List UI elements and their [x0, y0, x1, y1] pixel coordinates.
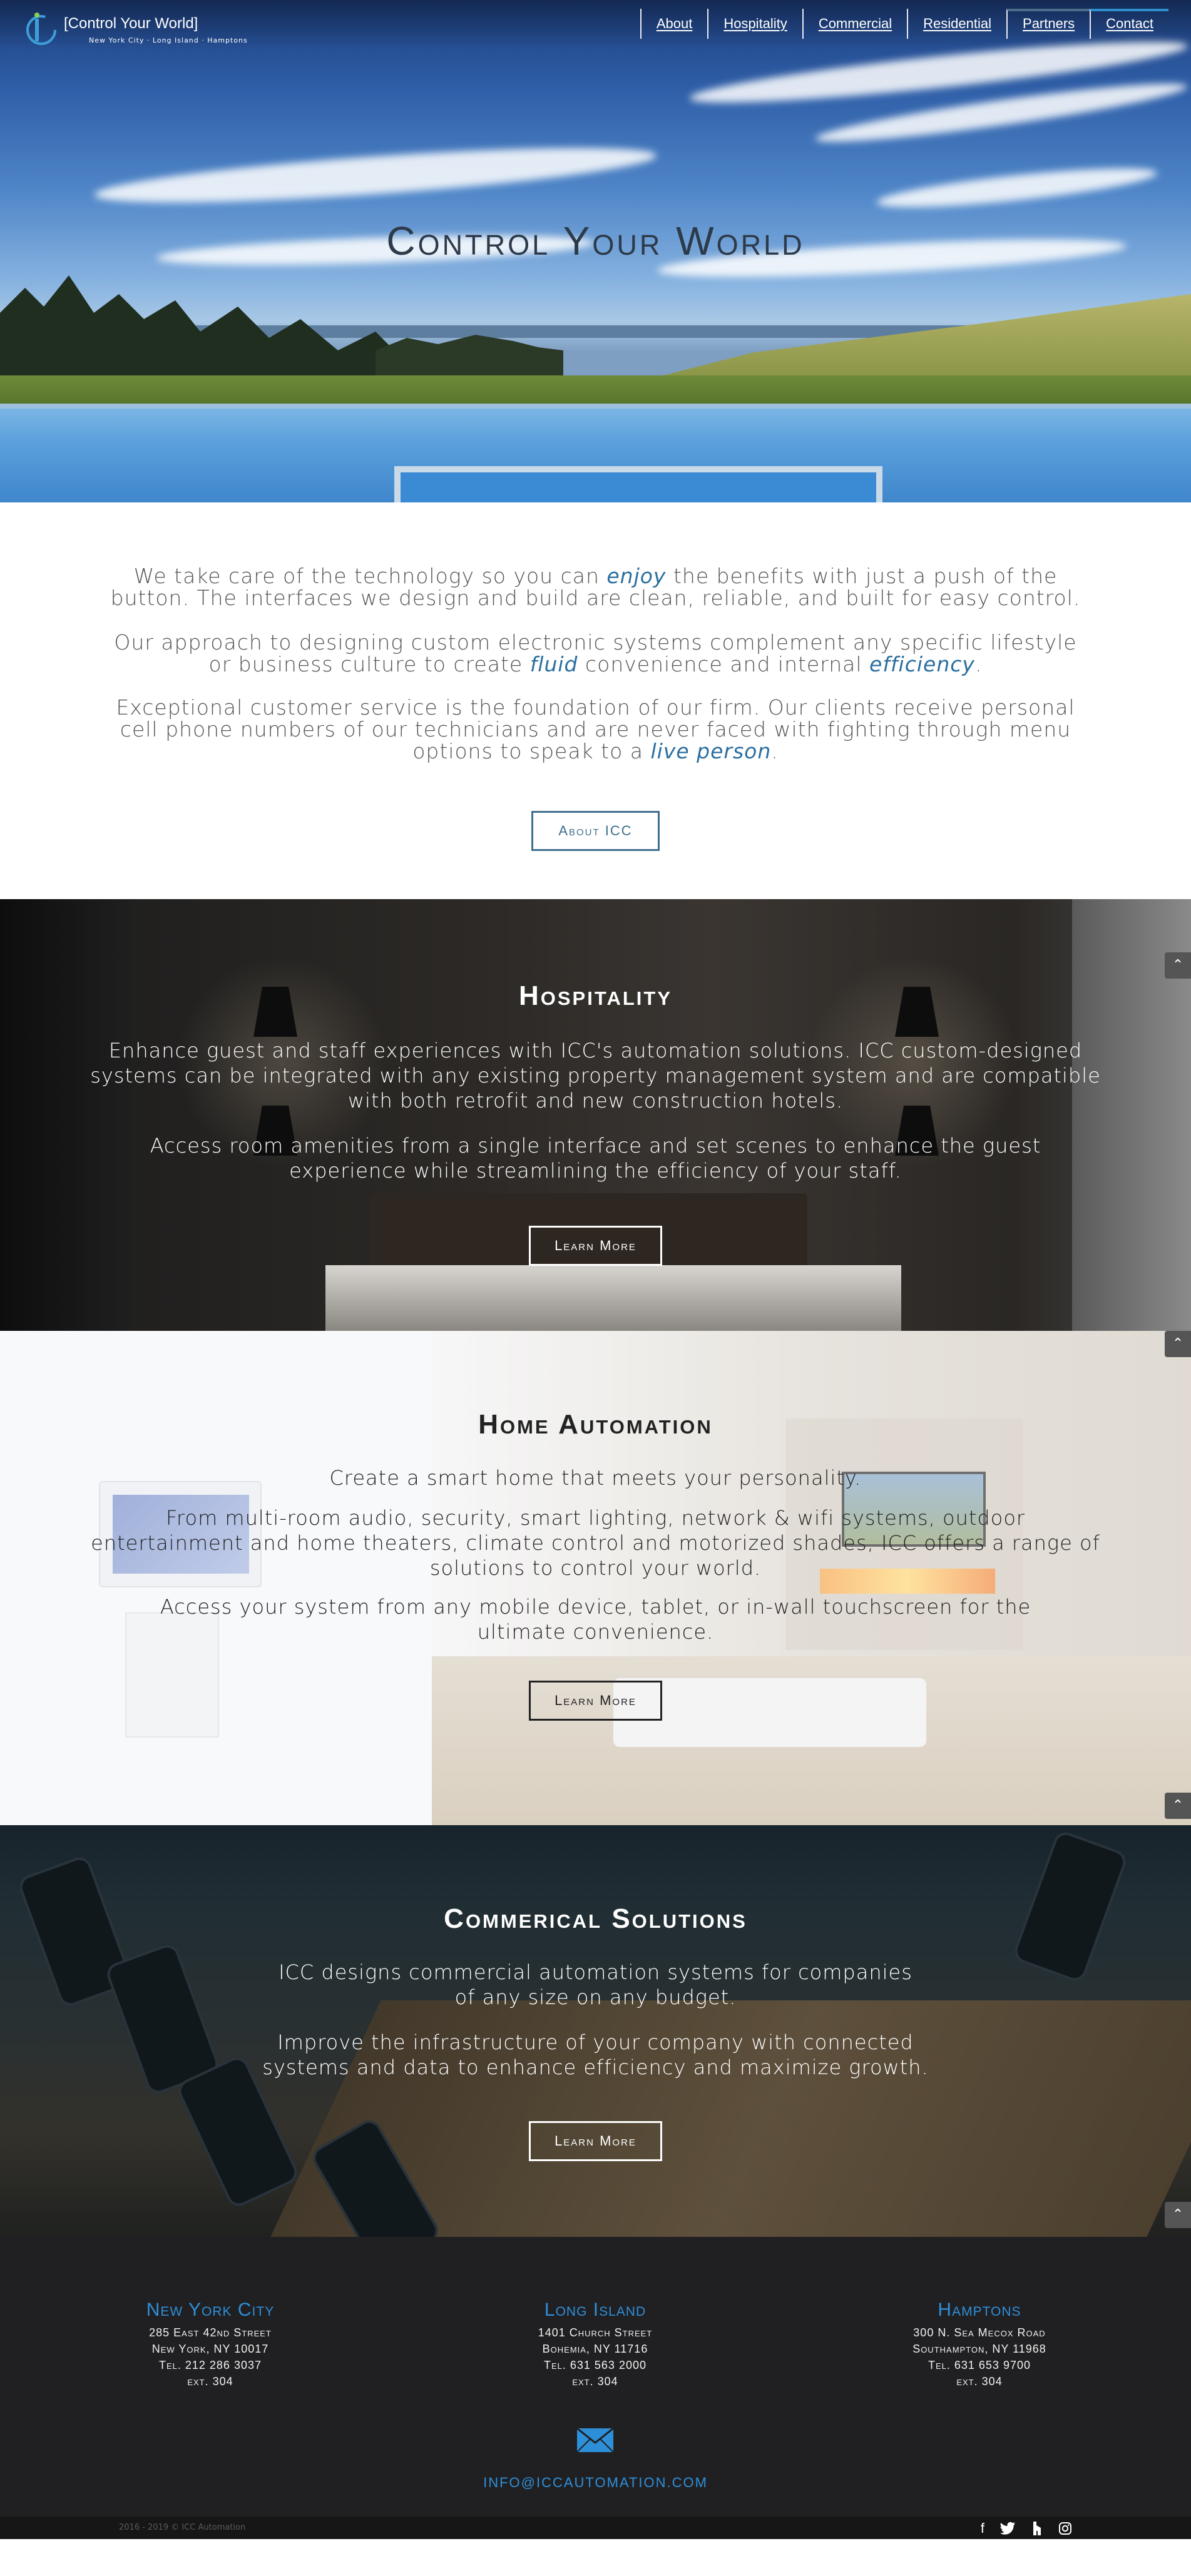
office-phone: Tel. 631 653 9700 [928, 2359, 1031, 2371]
office-hamptons: Hamptons 300 N. Sea Mecox Road Southampt… [848, 2299, 1111, 2390]
social-links: f [981, 2520, 1072, 2537]
envelope-icon[interactable] [576, 2428, 614, 2453]
intro-section: We take care of the technology so you ca… [0, 502, 1191, 899]
home-paragraph-3: Access your system from any mobile devic… [160, 1595, 1031, 1644]
nav-partners[interactable]: Partners [1006, 9, 1090, 39]
office-city: New York, NY 10017 [151, 2343, 269, 2355]
main-menu: About Hospitality Commercial Residential… [640, 9, 1168, 39]
hospitality-learn-more-button[interactable]: Learn More [529, 1226, 662, 1266]
nav-contact[interactable]: Contact [1090, 9, 1168, 39]
cloud [876, 160, 1158, 215]
office-ext: ext. 304 [956, 2375, 1003, 2388]
office-name[interactable]: New York City [79, 2299, 342, 2321]
scroll-up-button[interactable]: ⌃ [1165, 2202, 1191, 2228]
logo-tagline: [Control Your World] [64, 15, 198, 32]
intro-paragraph-1: We take care of the technology so you ca… [110, 564, 1081, 610]
home-learn-more-button[interactable]: Learn More [529, 1681, 662, 1721]
commercial-section: ⌃ Commerical Solutions ICC designs comme… [0, 1825, 1191, 2237]
logo[interactable]: [Control Your World] New York City · Lon… [25, 11, 288, 49]
pool [0, 404, 1191, 502]
copyright: 2016 - 2019 © ICC Automation [119, 2523, 246, 2532]
hospitality-section: ⌃ Hospitality Enhance guest and staff ex… [0, 899, 1191, 1331]
hospitality-paragraph-2: Access room amenities from a single inte… [150, 1134, 1041, 1183]
hero-title: Control Your World [386, 218, 805, 263]
scroll-up-button[interactable]: ⌃ [1165, 1793, 1191, 1819]
pool-edge [0, 404, 1191, 409]
intro-paragraph-2: Our approach to designing custom electro… [114, 630, 1077, 676]
office-phone: Tel. 631 563 2000 [543, 2359, 647, 2371]
commercial-learn-more-button[interactable]: Learn More [529, 2121, 662, 2161]
hero-banner: [Control Your World] New York City · Lon… [0, 0, 1191, 502]
spa [394, 466, 882, 502]
commercial-paragraph-2: Improve the infrastructure of your compa… [262, 2030, 929, 2079]
home-paragraph-1: Create a smart home that meets your pers… [329, 1466, 862, 1490]
office-ext: ext. 304 [187, 2375, 233, 2388]
office-phone: Tel. 212 286 3037 [158, 2359, 262, 2371]
home-automation-content: Home Automation Create a smart home that… [0, 1331, 1191, 1721]
intro-paragraph-3: Exceptional customer service is the foun… [116, 695, 1075, 763]
about-icc-button[interactable]: About ICC [531, 811, 660, 851]
commercial-content: Commerical Solutions ICC designs commerc… [0, 1825, 1191, 2161]
office-new-york: New York City 285 East 42nd Street New Y… [79, 2299, 342, 2390]
footer: New York City 285 East 42nd Street New Y… [0, 2237, 1191, 2539]
nav-commercial[interactable]: Commercial [802, 9, 907, 39]
lawn [0, 375, 1191, 407]
hospitality-content: Hospitality Enhance guest and staff expe… [0, 899, 1191, 1266]
twitter-icon[interactable] [999, 2522, 1016, 2535]
home-paragraph-2: From multi-room audio, security, smart l… [91, 1506, 1100, 1580]
home-automation-section: ⌃ ⌃ Home Automation Create a smart home … [0, 1331, 1191, 1825]
houzz-icon[interactable] [1031, 2522, 1043, 2535]
office-city: Bohemia, NY 11716 [542, 2343, 648, 2355]
office-ext: ext. 304 [572, 2375, 618, 2388]
footer-bottom-bar: 2016 - 2019 © ICC Automation f [0, 2517, 1191, 2539]
icc-logo-icon [26, 13, 56, 45]
nav-about[interactable]: About [640, 9, 708, 39]
office-street: 285 East 42nd Street [149, 2326, 272, 2339]
office-long-island: Long Island 1401 Church Street Bohemia, … [464, 2299, 727, 2390]
hospitality-title: Hospitality [518, 980, 673, 1011]
office-street: 1401 Church Street [538, 2326, 653, 2339]
facebook-icon[interactable]: f [981, 2520, 984, 2537]
office-name[interactable]: Hamptons [848, 2299, 1111, 2321]
top-navigation: [Control Your World] New York City · Lon… [0, 0, 1191, 50]
hospitality-paragraph-1: Enhance guest and staff experiences with… [90, 1039, 1101, 1112]
nav-residential[interactable]: Residential [907, 9, 1006, 39]
office-name[interactable]: Long Island [464, 2299, 727, 2321]
cloud [93, 136, 658, 214]
logo-locations: New York City · Long Island · Hamptons [89, 36, 248, 44]
instagram-icon[interactable] [1058, 2522, 1072, 2535]
nav-hospitality[interactable]: Hospitality [707, 9, 802, 39]
office-city: Southampton, NY 11968 [912, 2343, 1046, 2355]
contact-email-link[interactable]: INFO@ICCAUTOMATION.COM [0, 2475, 1191, 2491]
office-street: 300 N. Sea Mecox Road [913, 2326, 1046, 2339]
home-automation-title: Home Automation [478, 1409, 713, 1440]
commercial-paragraph-1: ICC designs commercial automation system… [279, 1960, 912, 2009]
commercial-title: Commerical Solutions [444, 1903, 747, 1934]
bed [325, 1265, 901, 1331]
